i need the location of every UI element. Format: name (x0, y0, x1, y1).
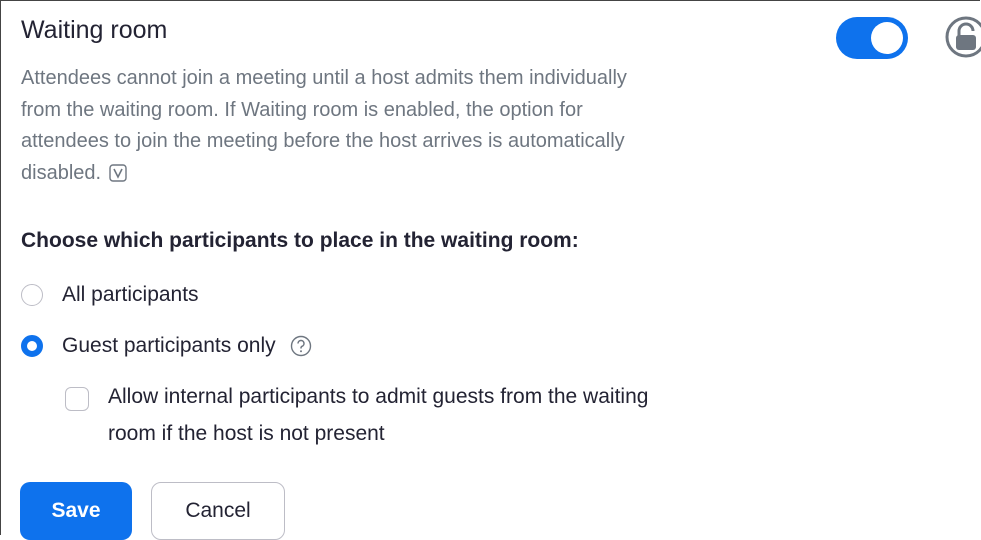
help-icon[interactable] (290, 335, 312, 357)
allow-internal-label: Allow internal participants to admit gue… (108, 378, 648, 452)
radio-all-participants[interactable] (21, 284, 43, 306)
video-tutorial-icon[interactable] (109, 161, 127, 182)
description-line: Attendees cannot join a meeting until a … (21, 67, 627, 89)
cancel-button[interactable]: Cancel (151, 482, 285, 540)
option-label: Guest participants only (62, 334, 276, 357)
description-line: attendees to join the meeting before the… (21, 130, 625, 152)
description-line-last: disabled. (21, 158, 811, 190)
toggle-knob (871, 22, 903, 54)
allow-internal-checkbox[interactable] (65, 387, 89, 411)
description-line: disabled. (21, 161, 102, 184)
allow-internal-admit-option[interactable]: Allow internal participants to admit gue… (65, 384, 648, 452)
save-button[interactable]: Save (20, 482, 132, 540)
setting-description: Attendees cannot join a meeting until a … (21, 63, 811, 189)
description-line: from the waiting room. If Waiting room i… (21, 98, 583, 121)
lock-icon[interactable] (944, 15, 981, 59)
option-guest-only[interactable]: Guest participants only (21, 334, 312, 358)
label-line: room if the host is not present (108, 422, 385, 445)
settings-panel: Waiting room Attendees cannot join a mee… (0, 0, 981, 540)
setting-title: Waiting room (21, 16, 168, 44)
radio-guest-only[interactable] (21, 335, 43, 357)
option-all-participants[interactable]: All participants (21, 283, 199, 307)
waiting-room-options-heading: Choose which participants to place in th… (21, 229, 579, 252)
waiting-room-toggle[interactable] (836, 17, 908, 59)
option-label: All participants (62, 283, 199, 306)
label-line: Allow internal participants to admit gue… (108, 385, 649, 408)
